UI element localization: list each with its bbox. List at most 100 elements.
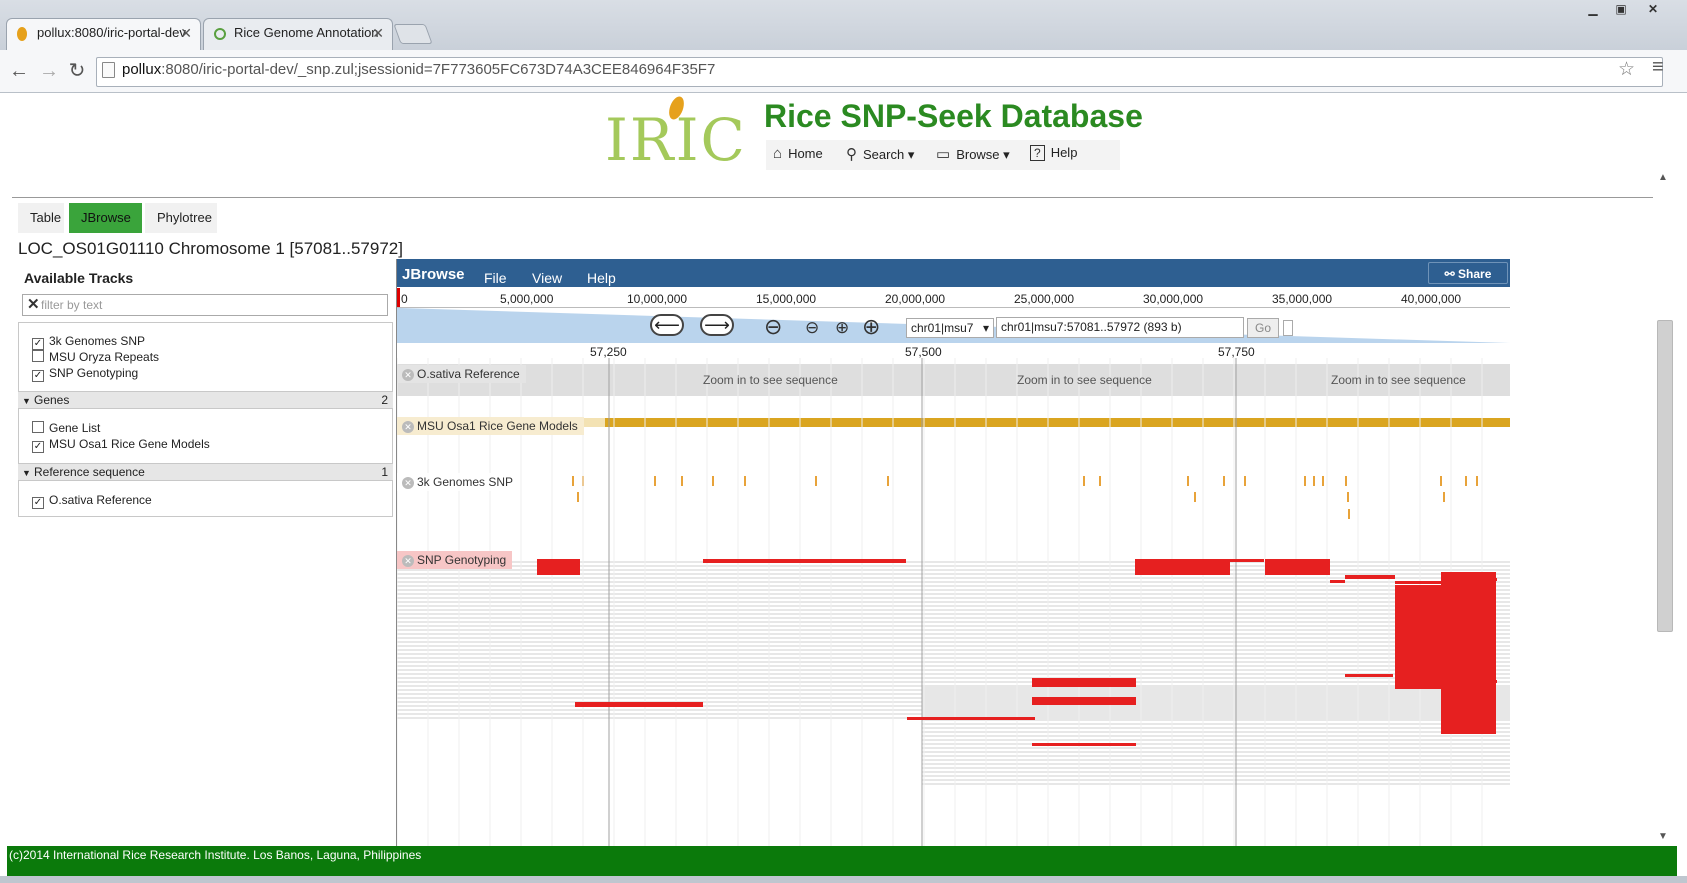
help-icon: ? [1030,145,1045,161]
track-item-snp-genotyping[interactable]: ✓ SNP Genotyping [32,366,138,382]
track-item-msu-osa1-gene-models[interactable]: ✓ MSU Osa1 Rice Gene Models [32,437,210,453]
share-label: Share [1458,267,1492,281]
tab-close-icon[interactable]: ✕ [180,25,192,42]
genotype-block [1345,674,1393,677]
close-track-icon[interactable]: ✕ [402,555,414,567]
track-label-osativa-reference[interactable]: ✕ O.sativa Reference [397,365,526,383]
lock-icon[interactable] [1283,320,1293,336]
nav-search[interactable]: ⚲ Search ▾ [846,145,914,163]
nav-help[interactable]: ? Help [1030,145,1077,161]
snp-marker [1348,509,1350,519]
nav-browse[interactable]: ▭ Browse ▾ [936,145,1010,163]
category-reference-sequence[interactable]: ▼ Reference sequence 1 [18,463,393,481]
track-item-msu-oryza-repeats[interactable]: MSU Oryza Repeats [32,350,159,364]
close-track-icon[interactable]: ✕ [402,369,414,381]
forward-icon[interactable]: → [36,58,62,84]
locus-title: LOC_OS01G01110 Chromosome 1 [57081..5797… [18,239,403,258]
category-count: 2 [381,393,388,407]
close-track-icon[interactable]: ✕ [402,421,414,433]
overview-tick: 40,000,000 [1401,292,1462,306]
menu-file[interactable]: File [484,270,507,286]
overview-tick: 20,000,000 [885,292,946,306]
checkbox-unchecked[interactable] [32,421,44,433]
checkbox-checked[interactable]: ✓ [32,338,44,350]
maximize-icon[interactable]: ▣ [1608,2,1634,18]
page-scrollbar[interactable] [1657,320,1673,632]
overview-tick: 30,000,000 [1143,292,1204,306]
location-input[interactable]: chr01|msu7:57081..57972 (893 b) [996,317,1244,338]
new-tab-button[interactable] [393,24,433,44]
snp-marker [1223,476,1225,486]
tab-jbrowse[interactable]: JBrowse [69,203,142,233]
clear-filter-icon[interactable]: ✕ [27,295,40,313]
tab-title: Rice Genome Annotation [234,25,379,40]
zoom-in-icon[interactable]: ⊕ [835,318,849,338]
reload-icon[interactable]: ↻ [64,58,90,84]
track-label-text: O.sativa Reference [417,367,520,381]
site-title: Rice SNP-Seek Database [764,98,1143,134]
track-label: O.sativa Reference [49,493,152,507]
url-text[interactable]: pollux:8080/iric-portal-dev/_snp.zul;jse… [122,61,715,78]
checkbox-checked[interactable]: ✓ [32,370,44,382]
checkbox-unchecked[interactable] [32,350,44,362]
checkbox-checked[interactable]: ✓ [32,497,44,509]
track-label-text: 3k Genomes SNP [417,475,514,489]
track-label: MSU Oryza Repeats [49,350,160,364]
track-label: 3k Genomes SNP [49,334,146,348]
tab-close-icon[interactable]: ✕ [372,25,384,42]
chevron-down-icon: ▾ [1003,147,1010,162]
snp-marker [1313,476,1315,486]
snp-marker [1244,476,1246,486]
zoom-in-large-icon[interactable]: ⊕ [862,314,880,340]
track-label-text: SNP Genotyping [417,553,507,567]
track-area[interactable]: Zoom in to see sequence Zoom in to see s… [397,358,1510,846]
snp-marker [712,476,714,486]
snp-marker [1347,492,1349,502]
track-label: SNP Genotyping [49,366,139,380]
scale-tick: 57,500 [905,345,942,359]
genotype-block [1230,559,1264,562]
category-genes[interactable]: ▼ Genes 2 [18,391,393,409]
page-scroll-up-icon[interactable]: ▲ [1658,172,1668,183]
browser-menu-icon[interactable]: ≡ [1652,56,1664,79]
track-label-3k-genomes-snp[interactable]: ✕ 3k Genomes SNP [397,473,520,491]
share-button[interactable]: ⚯ Share [1428,262,1508,284]
bookmark-star-icon[interactable]: ☆ [1618,58,1635,81]
checkbox-checked[interactable]: ✓ [32,441,44,453]
menu-help[interactable]: Help [587,270,616,286]
overview-scale[interactable] [397,287,1510,308]
zoom-out-icon[interactable]: ⊖ [805,318,819,338]
track-item-osativa-reference[interactable]: ✓ O.sativa Reference [32,493,152,509]
tab-table[interactable]: Table [18,203,64,233]
close-track-icon[interactable]: ✕ [402,477,414,489]
tab-phylotree[interactable]: Phylotree [145,203,217,233]
pan-left-button[interactable]: ⟵ [650,314,684,336]
close-window-icon[interactable]: ✕ [1640,2,1666,18]
overview-tick: 25,000,000 [1014,292,1075,306]
track-label-snp-genotyping[interactable]: ✕ SNP Genotyping [397,551,513,569]
track-item-gene-list[interactable]: Gene List [32,421,100,435]
page-scroll-down-icon[interactable]: ▼ [1658,831,1668,842]
track-label-msu-gene-models[interactable]: ✕ MSU Osa1 Rice Gene Models [397,417,584,435]
back-icon[interactable]: ← [6,58,32,84]
browser-tab[interactable]: Rice Genome Annotation ✕ [203,18,393,50]
go-button[interactable]: Go [1247,318,1279,338]
page-icon [102,62,115,78]
snp-marker [887,476,889,486]
pan-right-button[interactable]: ⟶ [700,314,734,336]
nav-home[interactable]: ⌂ Home [773,145,823,162]
home-icon: ⌂ [773,145,783,162]
scale-tick: 57,250 [590,345,627,359]
genotype-block [1330,580,1345,583]
minimize-icon[interactable]: ▁ [1580,2,1606,18]
track-item-3k-genomes-snp[interactable]: ✓ 3k Genomes SNP [32,334,145,350]
triangle-down-icon: ▼ [22,396,31,406]
browser-tab-active[interactable]: pollux:8080/iric-portal-dev ✕ [6,18,201,50]
genotype-block [575,702,703,707]
nav-label: Home [788,146,823,161]
jbrowse-logo: JBrowse [402,266,465,283]
nav-label: Browse [956,147,1000,162]
menu-view[interactable]: View [532,270,562,286]
zoom-out-large-icon[interactable]: ⊖ [764,314,782,340]
reference-select[interactable]: chr01|msu7 ▾ [906,318,994,338]
